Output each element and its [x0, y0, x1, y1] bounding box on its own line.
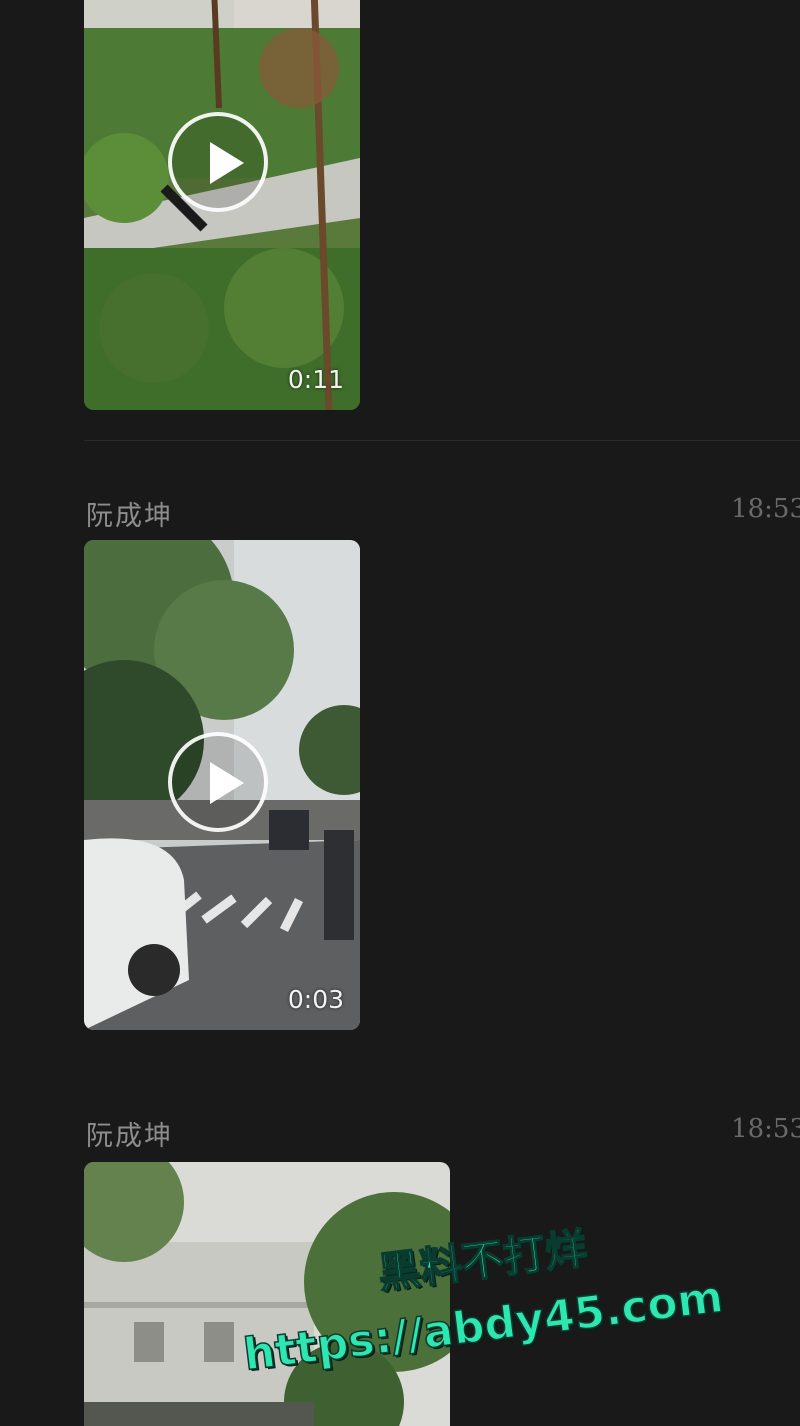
video-thumbnail[interactable]: 0:03 [84, 540, 360, 1030]
sender-name: 阮成坤 [86, 501, 173, 532]
message-divider [84, 440, 800, 441]
chat-history: 0:11 阮成坤 18:53 0:03 阮成坤 18:53 黑料不打烊 http… [0, 0, 800, 1426]
play-icon[interactable] [168, 112, 268, 212]
video-thumbnail[interactable]: 0:11 [84, 0, 360, 410]
video-duration: 0:03 [287, 985, 344, 1014]
message-time: 18:53 [731, 494, 800, 524]
message-time: 18:53 [731, 1114, 800, 1144]
video-duration: 0:11 [287, 365, 344, 394]
sender-name: 阮成坤 [86, 1121, 173, 1152]
play-icon[interactable] [168, 732, 268, 832]
